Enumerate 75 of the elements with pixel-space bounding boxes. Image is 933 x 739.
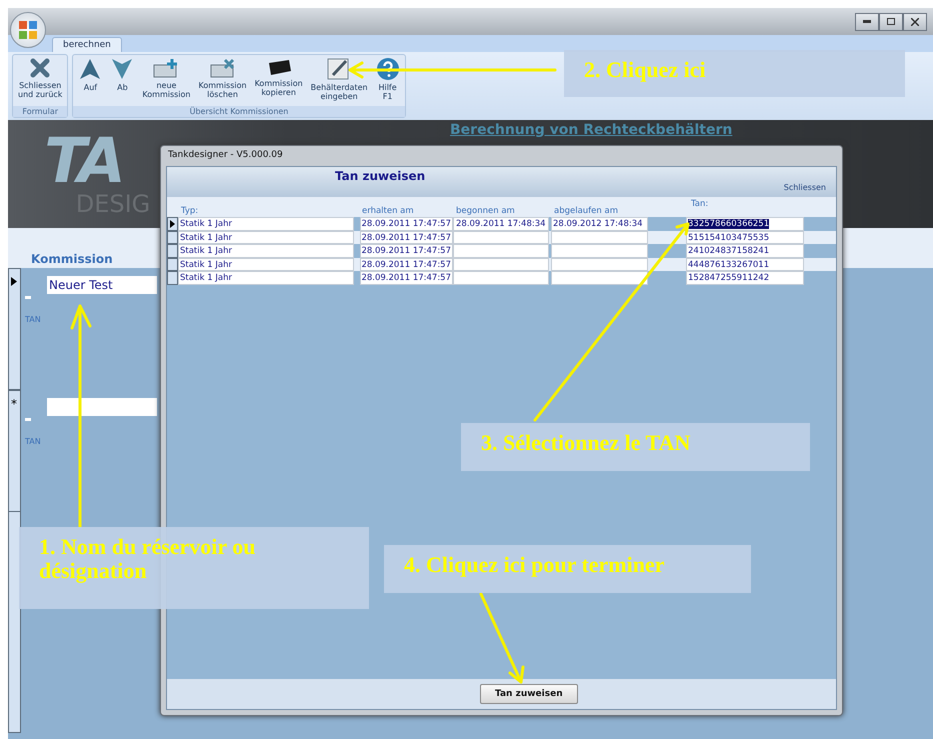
table-cell[interactable] bbox=[551, 244, 648, 258]
ribbon-button[interactable]: neue Kommission bbox=[139, 55, 194, 106]
help-icon bbox=[376, 57, 400, 81]
table-cell[interactable] bbox=[551, 271, 648, 285]
table-cell[interactable]: 241024837158241 bbox=[686, 244, 804, 258]
minimize-button[interactable] bbox=[855, 12, 879, 30]
office-button[interactable] bbox=[10, 12, 46, 48]
down-arrow-icon bbox=[110, 57, 134, 81]
callout-text: 4. Cliquez ici pour terminer bbox=[404, 552, 664, 577]
tan-label: TAN bbox=[25, 315, 42, 324]
group-label: Übersicht Kommissionen bbox=[73, 106, 405, 117]
table-cell[interactable]: 152847255911242 bbox=[686, 271, 804, 285]
table-cell[interactable]: Statik 1 Jahr bbox=[178, 244, 354, 258]
row-pointer-icon bbox=[170, 220, 175, 228]
up-arrow-icon bbox=[78, 57, 102, 81]
minimize-icon bbox=[863, 20, 871, 23]
table-cell[interactable]: 28.09.2011 17:47:57 bbox=[360, 230, 453, 244]
table-cell[interactable]: Statik 1 Jahr bbox=[178, 217, 354, 231]
dash-mark bbox=[25, 296, 31, 299]
table-cell[interactable]: 28.09.2011 17:47:57 bbox=[360, 258, 453, 272]
close-link[interactable]: Schliessen bbox=[784, 183, 826, 197]
ribbon-tab[interactable]: berechnen bbox=[52, 37, 122, 52]
table-cell[interactable]: Statik 1 Jahr bbox=[178, 258, 354, 272]
ribbon-button[interactable]: Kommission löschen bbox=[196, 55, 250, 106]
callout-text: 1. Nom du réservoir ou désignation bbox=[39, 534, 256, 583]
record-selector[interactable] bbox=[8, 268, 21, 390]
table-cell[interactable]: 28.09.2011 17:47:57 bbox=[360, 217, 453, 231]
column-header: begonnen am bbox=[456, 206, 515, 216]
office-logo-icon bbox=[17, 19, 39, 41]
name-field[interactable] bbox=[47, 398, 157, 416]
name-field[interactable]: Neuer Test bbox=[47, 276, 157, 294]
new-record-marker: * bbox=[11, 397, 17, 411]
table-cell[interactable]: 444876133267011 bbox=[686, 258, 804, 272]
group-label: Formular bbox=[13, 106, 68, 117]
table-cell[interactable]: 28.09.2011 17:48:34 bbox=[453, 217, 549, 231]
maximize-icon bbox=[887, 18, 895, 25]
dialog-title: Tankdesigner - V5.000.09 bbox=[167, 149, 284, 162]
table-cell[interactable] bbox=[453, 258, 549, 272]
section-label: Kommission bbox=[31, 252, 113, 266]
ribbon-button[interactable]: Hilfe F1 bbox=[372, 55, 403, 106]
table-cell[interactable] bbox=[453, 230, 549, 244]
maximize-button[interactable] bbox=[879, 12, 903, 30]
table-cell[interactable] bbox=[551, 258, 648, 272]
row-selector[interactable] bbox=[167, 217, 178, 231]
table-cell[interactable] bbox=[453, 271, 549, 285]
tan-label: TAN bbox=[25, 437, 42, 446]
column-header: Tan: bbox=[691, 199, 708, 209]
ribbon-button[interactable]: Kommission kopieren bbox=[252, 55, 306, 106]
table-cell[interactable]: 28.09.2012 17:48:34 bbox=[551, 217, 648, 231]
column-header: Typ: bbox=[181, 206, 198, 216]
ribbon-button[interactable]: Schliessen und zurück bbox=[15, 55, 66, 106]
table-cell[interactable] bbox=[551, 230, 648, 244]
dialog-heading: Tan zuweisen bbox=[335, 169, 426, 185]
close-icon bbox=[29, 57, 52, 79]
ribbon-button[interactable]: Behälterdaten eingeben bbox=[308, 55, 371, 106]
record-pointer-icon bbox=[11, 277, 17, 286]
table-cell[interactable]: 332578660366251 bbox=[686, 217, 804, 231]
table-cell[interactable]: 28.09.2011 17:47:57 bbox=[360, 244, 453, 258]
ribbon-button[interactable]: Auf bbox=[75, 55, 106, 106]
table-cell[interactable]: 515154103475535 bbox=[686, 230, 804, 244]
close-button[interactable] bbox=[903, 12, 927, 30]
assign-button[interactable]: Tan zuweisen bbox=[480, 684, 578, 704]
tray-cross-icon bbox=[208, 57, 237, 79]
table-cell[interactable]: 28.09.2011 17:47:57 bbox=[360, 271, 453, 285]
table-cell[interactable]: Statik 1 Jahr bbox=[178, 230, 354, 244]
column-header: abgelaufen am bbox=[554, 206, 618, 216]
table-cell[interactable]: Statik 1 Jahr bbox=[178, 271, 354, 285]
dash-mark bbox=[25, 418, 31, 421]
callout-text: 3. Sélectionnez le TAN bbox=[481, 430, 690, 455]
ribbon-button[interactable]: Ab bbox=[107, 55, 138, 106]
column-header: erhalten am bbox=[362, 206, 414, 216]
record-selector[interactable]: * bbox=[8, 390, 21, 512]
close-icon bbox=[911, 18, 919, 26]
callout-text: 2. Cliquez ici bbox=[584, 57, 706, 82]
table-cell[interactable] bbox=[453, 244, 549, 258]
